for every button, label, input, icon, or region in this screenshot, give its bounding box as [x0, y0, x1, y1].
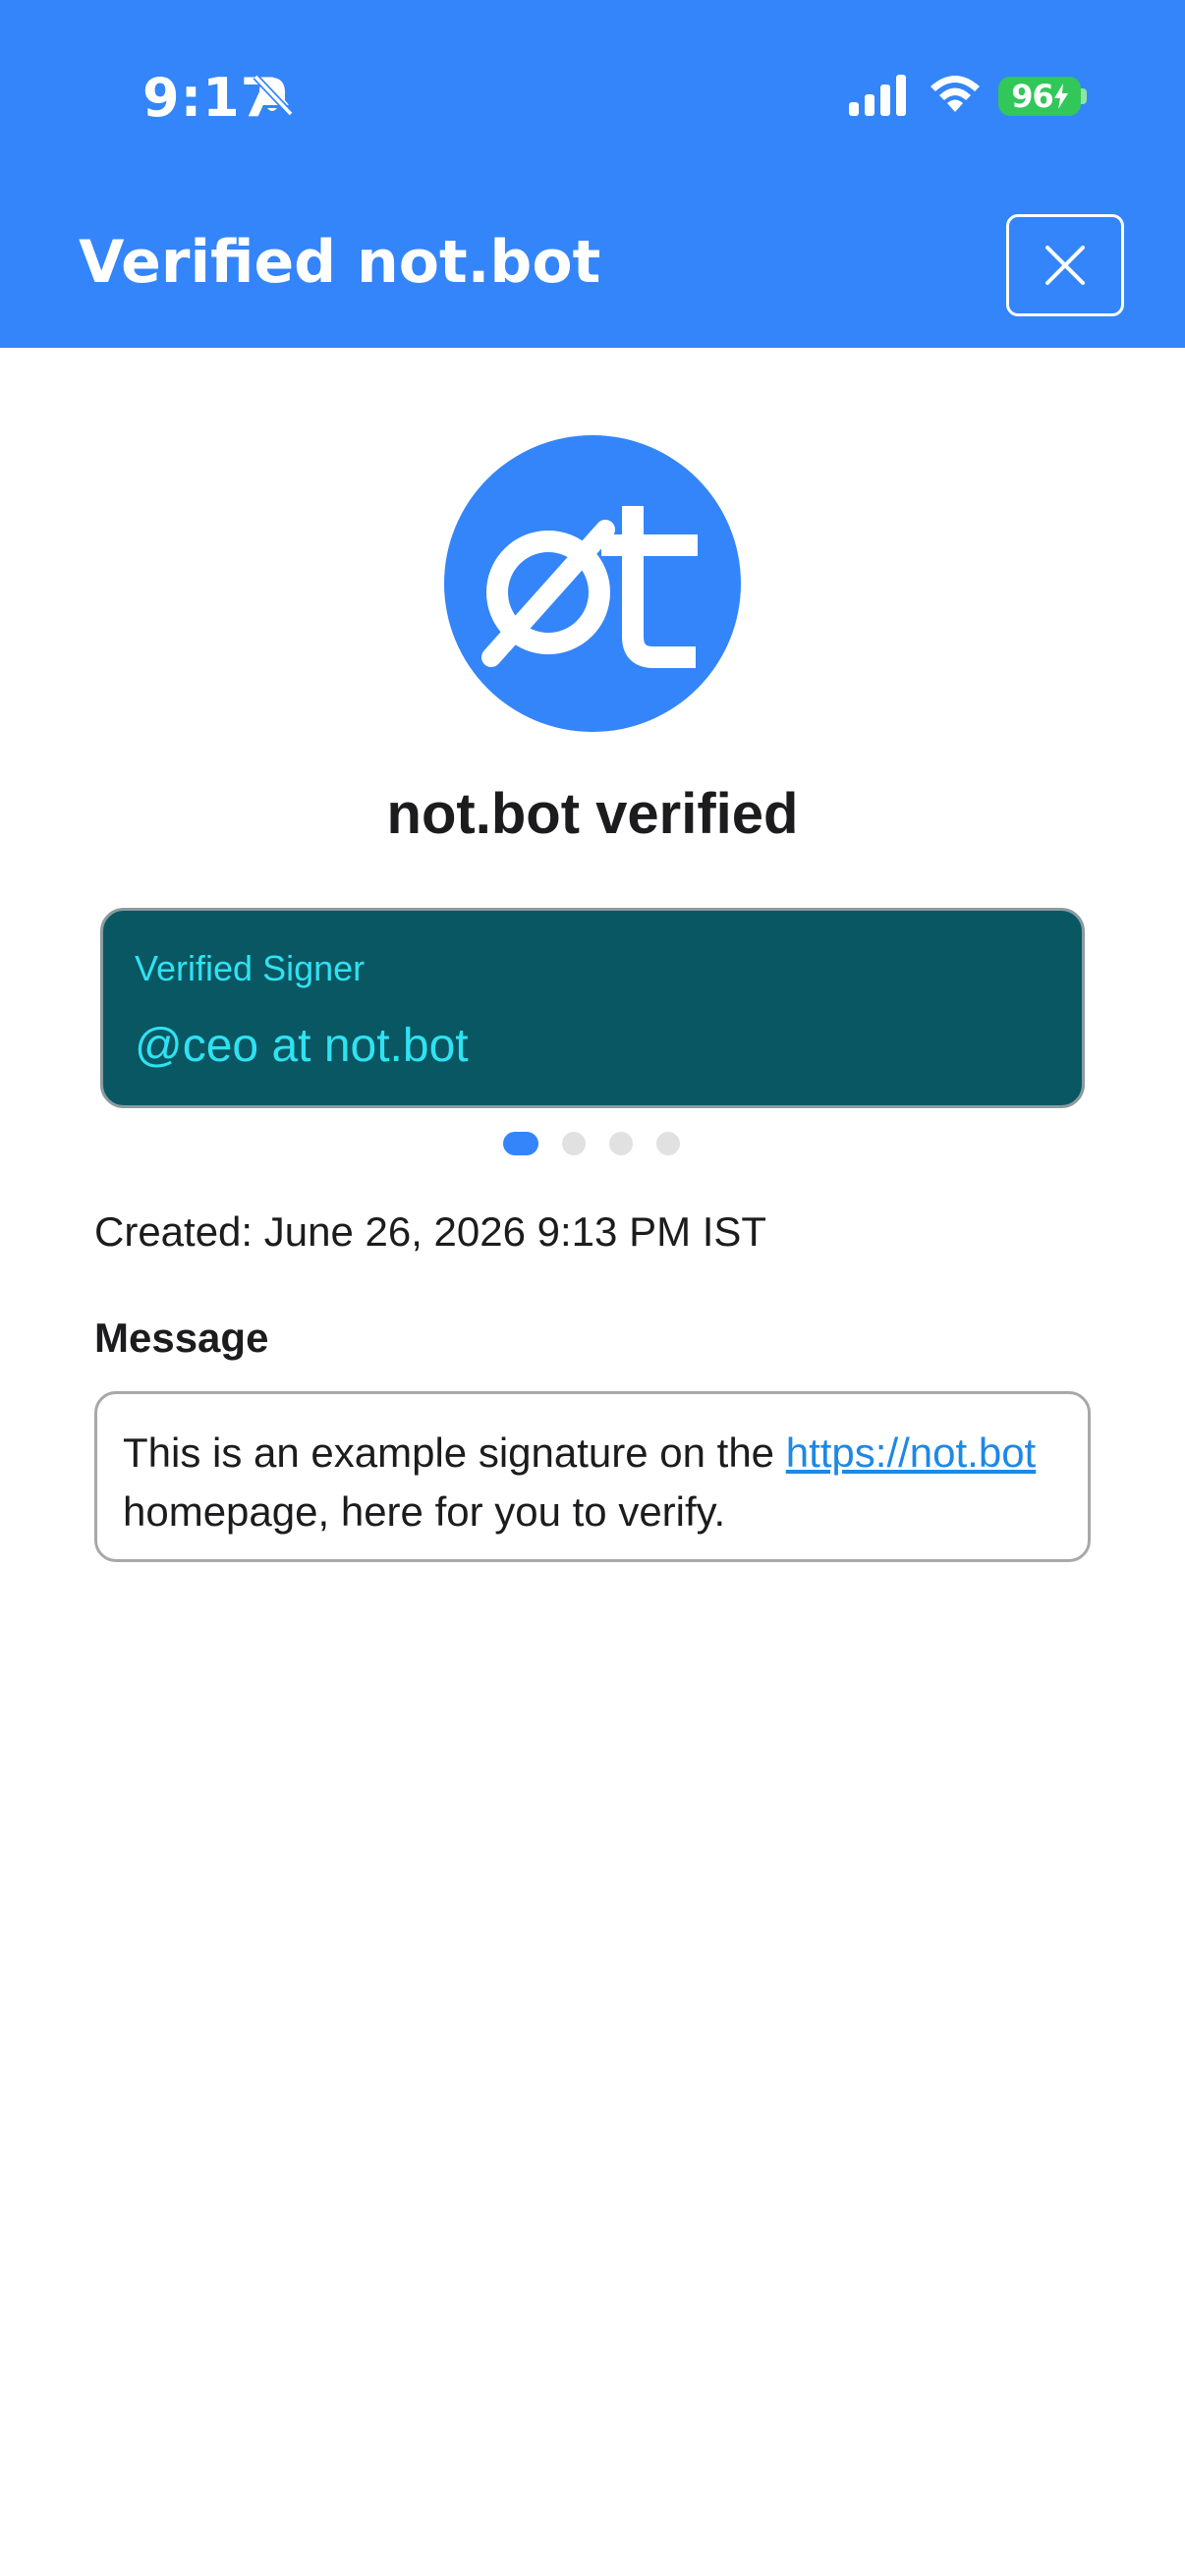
pagination-dot[interactable] [562, 1132, 586, 1155]
page-title: Verified not.bot [79, 228, 601, 297]
charging-bolt-icon [1053, 84, 1068, 109]
battery-cap [1081, 88, 1087, 104]
header-bar: 9:17 96 Verified not.bot [0, 0, 1185, 348]
verified-heading: not.bot verified [386, 782, 799, 846]
cellular-signal-icon [849, 75, 906, 116]
message-box: This is an example signature on the http… [94, 1391, 1091, 1562]
message-heading: Message [94, 1315, 269, 1361]
close-button[interactable] [1006, 214, 1124, 316]
signer-label: Verified Signer [135, 948, 366, 988]
created-timestamp: Created: June 26, 2026 9:13 PM IST [94, 1208, 767, 1255]
battery-level: 96 [1011, 78, 1054, 115]
battery-indicator: 96 [998, 77, 1081, 116]
signer-value: @ceo at not.bot [135, 1020, 469, 1072]
carousel-pagination [0, 1132, 1185, 1157]
close-icon [1045, 246, 1085, 285]
pagination-dot-active[interactable] [503, 1132, 538, 1155]
verified-signer-card[interactable]: Verified Signer @ceo at not.bot [100, 908, 1085, 1108]
wifi-icon [931, 76, 980, 112]
bell-muted-icon [253, 74, 294, 117]
not-bot-logo-icon [481, 506, 698, 668]
message-text-after: homepage, here for you to verify. [123, 1488, 726, 1535]
pagination-dot[interactable] [609, 1132, 633, 1155]
not-bot-logo [444, 435, 741, 732]
pagination-dot[interactable] [656, 1132, 680, 1155]
page: 9:17 96 Verified not.bot not.bot verifie… [0, 0, 1185, 2576]
message-link[interactable]: https://not.bot [786, 1429, 1037, 1476]
message-text-before: This is an example signature on the [123, 1429, 786, 1476]
